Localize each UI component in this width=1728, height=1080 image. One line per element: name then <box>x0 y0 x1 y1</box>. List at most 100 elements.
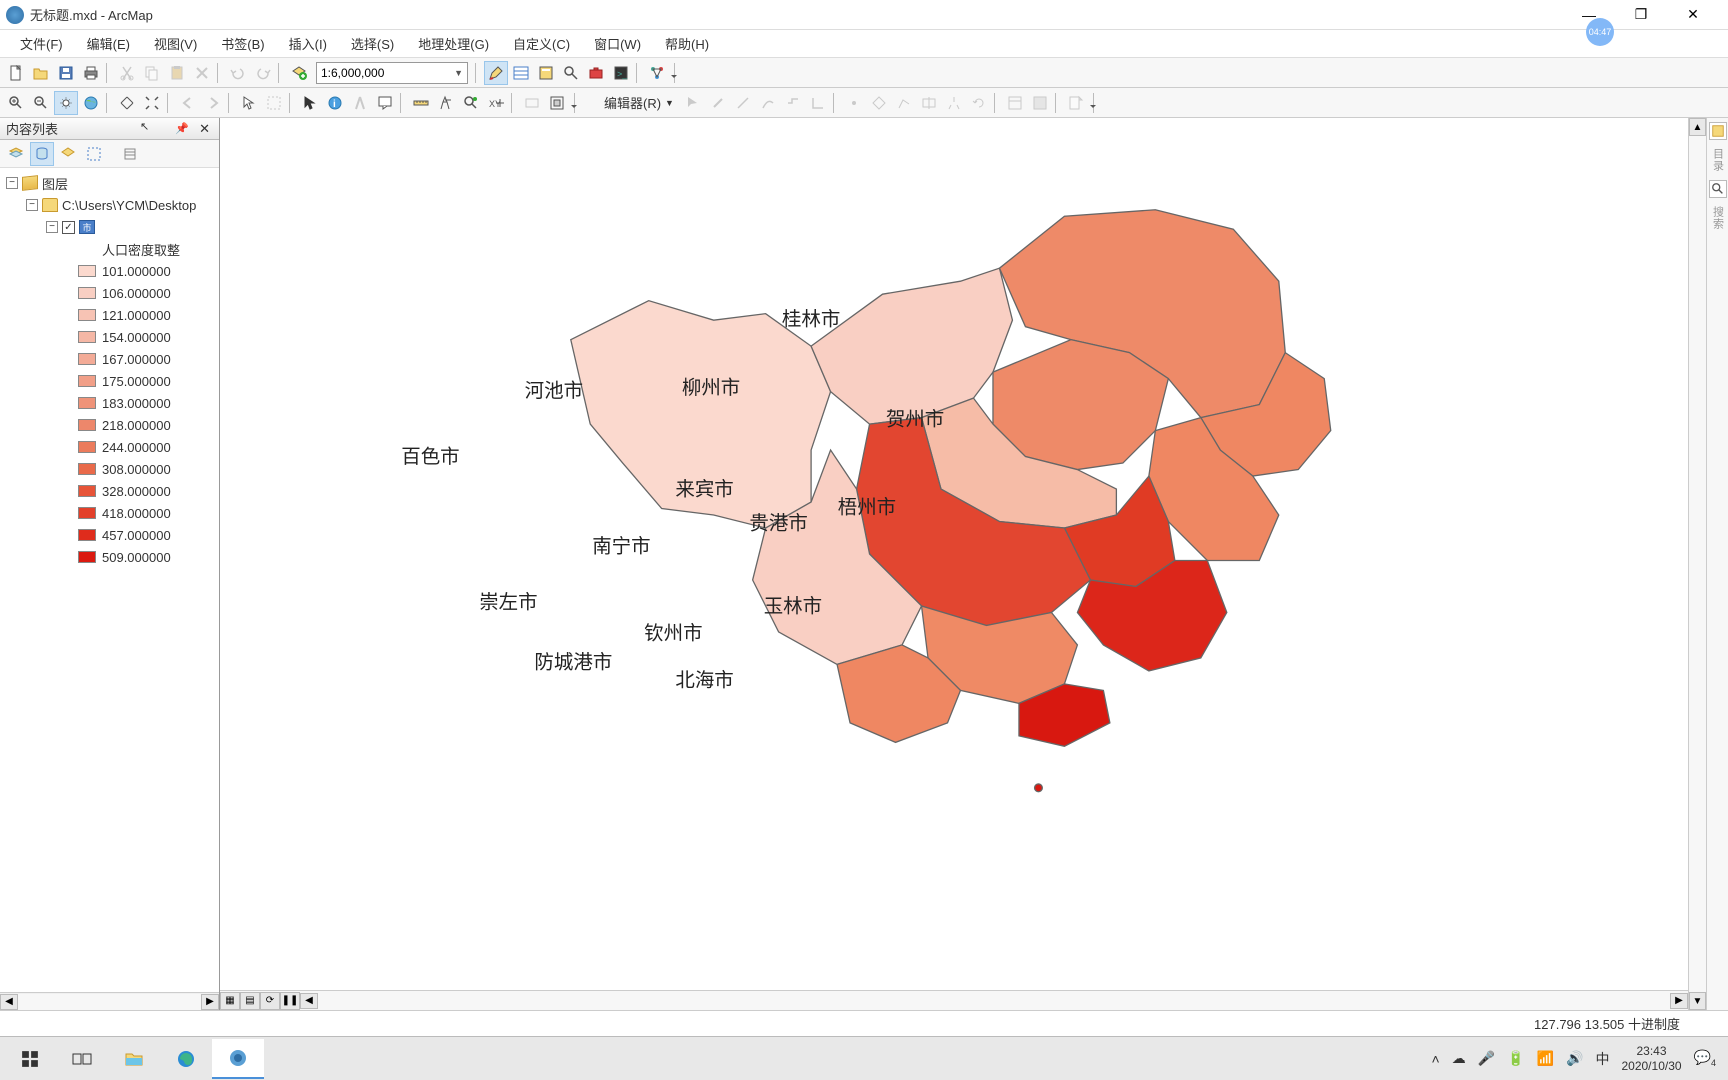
print-button[interactable] <box>79 61 103 85</box>
toc-hscrollbar[interactable]: ◀ ▶ <box>0 992 219 1010</box>
ime-indicator[interactable]: 中 <box>1595 1049 1609 1069</box>
save-button[interactable] <box>54 61 78 85</box>
close-panel-icon[interactable]: ✕ <box>196 121 213 137</box>
legend-row[interactable]: 154.000000 <box>2 326 217 348</box>
catalog-tab-icon[interactable] <box>1709 122 1727 140</box>
map-view[interactable]: 桂林市河池市柳州市贺州市百色市来宾市梧州市贵港市南宁市崇左市玉林市钦州市防城港市… <box>220 118 1688 990</box>
create-viewer-button[interactable] <box>545 91 569 115</box>
editor-dropdown[interactable]: 编辑器(R)▼ <box>598 93 680 112</box>
legend-row[interactable]: 167.000000 <box>2 348 217 370</box>
legend-row[interactable]: 106.000000 <box>2 282 217 304</box>
start-button[interactable] <box>4 1039 56 1079</box>
search-tab[interactable]: 搜索 <box>1710 202 1726 234</box>
legend-row[interactable]: 101.000000 <box>2 260 217 282</box>
legend-row[interactable]: 457.000000 <box>2 524 217 546</box>
scroll-up-icon[interactable]: ▲ <box>1689 118 1706 136</box>
list-by-visibility-button[interactable] <box>56 142 80 166</box>
catalog-button[interactable] <box>534 61 558 85</box>
options-button[interactable] <box>118 142 142 166</box>
new-button[interactable] <box>4 61 28 85</box>
expander-icon[interactable]: − <box>46 221 58 233</box>
file-explorer-button[interactable] <box>108 1039 160 1079</box>
maximize-button[interactable]: ❐ <box>1620 1 1662 29</box>
list-by-drawing-order-button[interactable] <box>4 142 28 166</box>
legend-row[interactable]: 183.000000 <box>2 392 217 414</box>
python-button[interactable]: >_ <box>609 61 633 85</box>
legend-row[interactable]: 244.000000 <box>2 436 217 458</box>
identify-button[interactable]: i <box>323 91 347 115</box>
menu-view[interactable]: 视图(V) <box>142 30 209 57</box>
onedrive-icon[interactable]: ☁ <box>1452 1050 1466 1067</box>
list-by-selection-button[interactable] <box>82 142 106 166</box>
catalog-tab[interactable]: 目录 <box>1710 144 1726 176</box>
pause-button[interactable]: ❚❚ <box>280 992 300 1010</box>
zoom-in-button[interactable] <box>4 91 28 115</box>
fixed-zoom-in-button[interactable] <box>115 91 139 115</box>
arctoolbox-button[interactable] <box>584 61 608 85</box>
select-features-button[interactable] <box>237 91 261 115</box>
menu-selection[interactable]: 选择(S) <box>339 30 406 57</box>
table-of-contents-button[interactable] <box>509 61 533 85</box>
model-builder-button[interactable] <box>645 61 669 85</box>
battery-icon[interactable]: 🔋 <box>1507 1050 1524 1067</box>
menu-edit[interactable]: 编辑(E) <box>75 30 142 57</box>
menu-help[interactable]: 帮助(H) <box>653 30 721 57</box>
menu-customize[interactable]: 自定义(C) <box>501 30 582 57</box>
zoom-out-button[interactable] <box>29 91 53 115</box>
map-canvas[interactable]: 桂林市河池市柳州市贺州市百色市来宾市梧州市贵港市南宁市崇左市玉林市钦州市防城港市… <box>220 118 1688 990</box>
close-button[interactable]: ✕ <box>1672 1 1714 29</box>
add-data-button[interactable] <box>287 61 311 85</box>
scroll-right-icon[interactable]: ▶ <box>1670 993 1688 1009</box>
open-button[interactable] <box>29 61 53 85</box>
legend-row[interactable]: 218.000000 <box>2 414 217 436</box>
pin-icon[interactable]: 📌 <box>172 122 192 135</box>
full-extent-button[interactable] <box>79 91 103 115</box>
pan-button[interactable] <box>54 91 78 115</box>
expander-icon[interactable]: − <box>6 177 18 189</box>
editor-toolbar-button[interactable] <box>484 61 508 85</box>
go-to-xy-button[interactable]: XY <box>484 91 508 115</box>
arcmap-taskbar-button[interactable] <box>212 1039 264 1079</box>
legend-row[interactable]: 308.000000 <box>2 458 217 480</box>
legend-row[interactable]: 418.000000 <box>2 502 217 524</box>
measure-button[interactable] <box>409 91 433 115</box>
list-by-source-button[interactable] <box>30 142 54 166</box>
legend-row[interactable]: 175.000000 <box>2 370 217 392</box>
scroll-left-icon[interactable]: ◀ <box>0 994 18 1010</box>
select-elements-button[interactable] <box>298 91 322 115</box>
layer-checkbox[interactable]: ✓ <box>62 221 75 234</box>
edge-button[interactable] <box>160 1039 212 1079</box>
notifications-icon[interactable]: 💬4 <box>1694 1049 1716 1068</box>
volume-icon[interactable]: 🔊 <box>1566 1050 1583 1067</box>
legend-row[interactable]: 328.000000 <box>2 480 217 502</box>
map-vscrollbar[interactable]: ▲ ▼ <box>1688 118 1706 1010</box>
menu-file[interactable]: 文件(F) <box>8 30 75 57</box>
toc-tree[interactable]: −图层 −C:\Users\YCM\Desktop −✓市 人口密度取整 101… <box>0 168 219 992</box>
h-scrollbar[interactable] <box>318 993 1670 1009</box>
expander-icon[interactable]: − <box>26 199 38 211</box>
legend-row[interactable]: 121.000000 <box>2 304 217 326</box>
task-view-button[interactable] <box>56 1039 108 1079</box>
tree-root[interactable]: 图层 <box>42 174 68 193</box>
fixed-zoom-out-button[interactable] <box>140 91 164 115</box>
menu-bookmarks[interactable]: 书签(B) <box>209 30 276 57</box>
tree-path[interactable]: C:\Users\YCM\Desktop <box>62 198 196 213</box>
menu-geoprocessing[interactable]: 地理处理(G) <box>406 30 501 57</box>
html-popup-button[interactable] <box>373 91 397 115</box>
menu-window[interactable]: 窗口(W) <box>582 30 653 57</box>
layout-view-button[interactable]: ▤ <box>240 992 260 1010</box>
wifi-icon[interactable]: 📶 <box>1537 1050 1554 1067</box>
scroll-down-icon[interactable]: ▼ <box>1689 992 1706 1010</box>
data-view-button[interactable]: ▦ <box>220 992 240 1010</box>
tray-chevron-icon[interactable]: ˄ <box>1432 1051 1440 1067</box>
search-button[interactable] <box>559 61 583 85</box>
refresh-button[interactable]: ⟳ <box>260 992 280 1010</box>
scroll-left-icon[interactable]: ◀ <box>300 993 318 1009</box>
menu-insert[interactable]: 插入(I) <box>277 30 339 57</box>
find-button[interactable] <box>434 91 458 115</box>
scroll-right-icon[interactable]: ▶ <box>201 994 219 1010</box>
legend-row[interactable]: 509.000000 <box>2 546 217 568</box>
find-route-button[interactable] <box>459 91 483 115</box>
clock[interactable]: 23:43 2020/10/30 <box>1621 1044 1681 1073</box>
scale-combo[interactable]: 1:6,000,000▼ <box>316 62 468 84</box>
